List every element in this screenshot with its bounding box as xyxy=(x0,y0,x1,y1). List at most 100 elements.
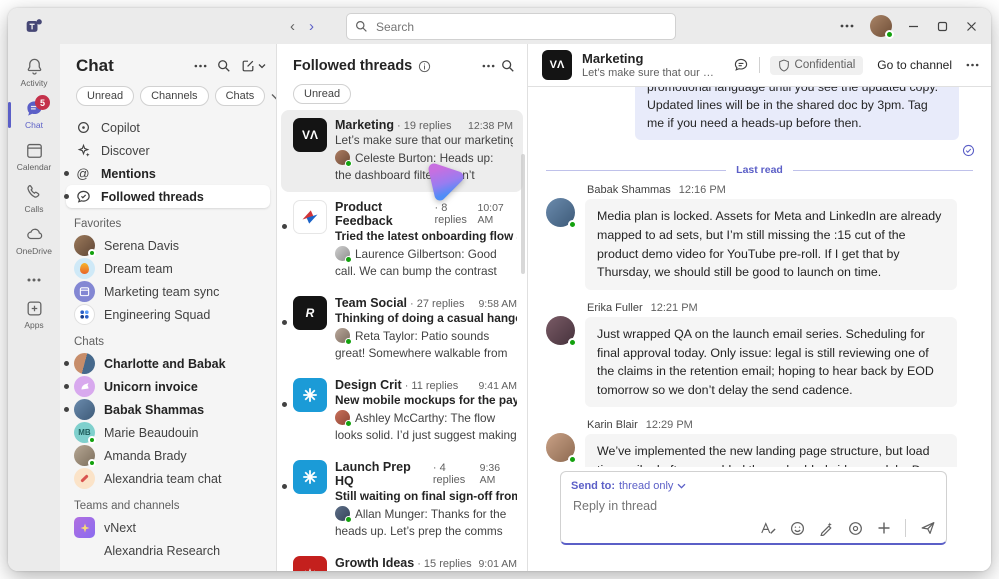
sidebar-item-copilot[interactable]: Copilot xyxy=(66,116,270,139)
threads-more-icon[interactable] xyxy=(482,64,495,68)
send-icon[interactable] xyxy=(920,520,936,536)
sidebar-item-charlotte-and-babak[interactable]: Charlotte and Babak xyxy=(66,352,270,375)
search-icon xyxy=(355,20,368,33)
presence-indicator xyxy=(88,436,96,444)
presence-indicator xyxy=(345,338,352,345)
pencil-icon xyxy=(80,474,88,482)
avatar xyxy=(74,376,95,397)
thread-item-growth-ideas[interactable]: Growth Ideas· 15 replies9:01 AM What if … xyxy=(277,548,527,571)
reply-composer[interactable]: Send to: thread only xyxy=(560,471,947,545)
sidebar-item-amanda-brady[interactable]: Amanda Brady xyxy=(66,444,270,467)
sparkle-icon xyxy=(80,523,90,533)
sidebar-item-dream-team[interactable]: Dream team xyxy=(66,257,270,280)
message-bubble: promotional language until you see the u… xyxy=(635,87,959,140)
channel-logo xyxy=(293,200,327,234)
avatar xyxy=(74,517,95,538)
conversation-more-icon[interactable] xyxy=(966,63,979,67)
crown-logo-icon xyxy=(301,564,319,571)
sidebar-item-alexandria-research[interactable]: Alexandria Research xyxy=(66,539,270,562)
avatar xyxy=(546,316,575,345)
send-to-selector[interactable]: Send to: thread only xyxy=(571,480,936,492)
section-favorites: Favorites xyxy=(66,208,270,234)
sidebar-item-followed-threads[interactable]: Followed threads xyxy=(66,185,270,208)
rail-item-apps[interactable]: Apps xyxy=(8,294,60,336)
sidebar-item-mentions[interactable]: @ Mentions xyxy=(66,162,270,185)
bell-icon xyxy=(25,57,44,76)
chat-search-icon[interactable] xyxy=(217,59,231,73)
new-chat-icon[interactable] xyxy=(241,59,266,73)
presence-indicator xyxy=(568,220,577,229)
channel-name: Marketing xyxy=(582,51,723,67)
maximize-button[interactable] xyxy=(937,21,948,32)
shield-icon xyxy=(778,59,790,72)
thread-item-product-feedback[interactable]: Product Feedback· 8 replies10:07 AM Trie… xyxy=(277,192,527,288)
discover-icon xyxy=(74,143,92,158)
presence-indicator xyxy=(568,455,577,464)
unread-dot xyxy=(64,171,69,176)
sidebar-item-discover[interactable]: Discover xyxy=(66,139,270,162)
unread-dot xyxy=(64,361,69,366)
rail-item-chat[interactable]: Chat 5 xyxy=(8,94,60,136)
reply-input[interactable] xyxy=(571,498,940,514)
followed-threads-panel: Followed threads Unread VΛ Marketing· 19… xyxy=(277,44,528,571)
go-to-channel-button[interactable]: Go to channel xyxy=(873,58,956,72)
copilot-rewrite-icon[interactable] xyxy=(819,521,834,536)
section-teams-and-channels: Teams and channels xyxy=(66,490,270,516)
channel-logo: VΛ xyxy=(293,118,327,152)
own-message: promotional language until you see the u… xyxy=(546,87,973,157)
avatar xyxy=(546,198,575,227)
avatar xyxy=(74,258,95,279)
avatar xyxy=(335,150,350,165)
attach-plus-icon[interactable] xyxy=(877,521,891,535)
avatar xyxy=(335,410,350,425)
avatar xyxy=(74,235,95,256)
rail-item-calendar[interactable]: Calendar xyxy=(8,136,60,178)
forward-icon[interactable]: › xyxy=(309,19,314,34)
avatar xyxy=(74,281,95,302)
threads-view-icon[interactable] xyxy=(733,57,749,73)
panel-title: Followed threads xyxy=(293,58,412,74)
minimize-button[interactable] xyxy=(908,21,919,32)
emoji-icon[interactable] xyxy=(790,521,805,536)
sidebar-item-babak-shammas[interactable]: Babak Shammas xyxy=(66,398,270,421)
sidebar-item-alexandria-team-chat[interactable]: Alexandria team chat xyxy=(66,467,270,490)
threads-search-icon[interactable] xyxy=(501,59,515,73)
format-icon[interactable] xyxy=(760,521,776,536)
sidebar-item-vnext[interactable]: vNext xyxy=(66,516,270,539)
thread-item-launch-prep-hq[interactable]: Launch Prep HQ· 4 replies9:36 AM Still w… xyxy=(277,452,527,548)
sidebar-item-serena-davis[interactable]: Serena Davis xyxy=(66,234,270,257)
threads-filter-unread[interactable]: Unread xyxy=(293,84,351,104)
rail-more-icon[interactable] xyxy=(27,278,41,282)
info-icon[interactable] xyxy=(418,60,431,73)
starburst-logo-icon xyxy=(301,386,319,404)
rail-item-activity[interactable]: Activity xyxy=(8,52,60,94)
sensitivity-label[interactable]: Confidential xyxy=(770,56,864,75)
app-rail: Activity Chat 5 Calendar Calls OneDrive xyxy=(8,44,60,571)
search-input[interactable] xyxy=(374,19,667,35)
thread-item-team-social[interactable]: R Team Social· 27 replies9:58 AM Thinkin… xyxy=(277,288,527,370)
loop-icon[interactable] xyxy=(848,521,863,536)
titlebar-more-icon[interactable] xyxy=(840,24,854,28)
unicorn-icon xyxy=(80,382,90,392)
rail-item-onedrive[interactable]: OneDrive xyxy=(8,220,60,262)
sidebar-item-engineering-squad[interactable]: Engineering Squad xyxy=(66,303,270,326)
presence-indicator xyxy=(88,249,96,257)
thread-item-marketing[interactable]: VΛ Marketing· 19 replies12:38 PM Let’s m… xyxy=(281,110,523,192)
followed-threads-icon xyxy=(74,189,92,204)
filter-chats[interactable]: Chats xyxy=(215,86,266,106)
filter-unread[interactable]: Unread xyxy=(76,86,134,106)
global-search[interactable] xyxy=(346,13,676,40)
chat-more-icon[interactable] xyxy=(194,64,207,68)
sidebar-item-unicorn-invoice[interactable]: Unicorn invoice xyxy=(66,375,270,398)
user-avatar[interactable] xyxy=(870,15,892,37)
sidebar-item-marketing-team-sync[interactable]: Marketing team sync xyxy=(66,280,270,303)
message-list[interactable]: promotional language until you see the u… xyxy=(528,87,991,467)
close-button[interactable] xyxy=(966,21,977,32)
back-icon[interactable]: ‹ xyxy=(290,19,295,34)
rail-item-calls[interactable]: Calls xyxy=(8,178,60,220)
sidebar-item-marie-beaudouin[interactable]: MB Marie Beaudouin xyxy=(66,421,270,444)
filter-channels[interactable]: Channels xyxy=(140,86,208,106)
avatar xyxy=(74,353,95,374)
scrollbar[interactable] xyxy=(521,154,525,274)
thread-item-design-crit[interactable]: Design Crit· 11 replies9:41 AM New mobil… xyxy=(277,370,527,452)
